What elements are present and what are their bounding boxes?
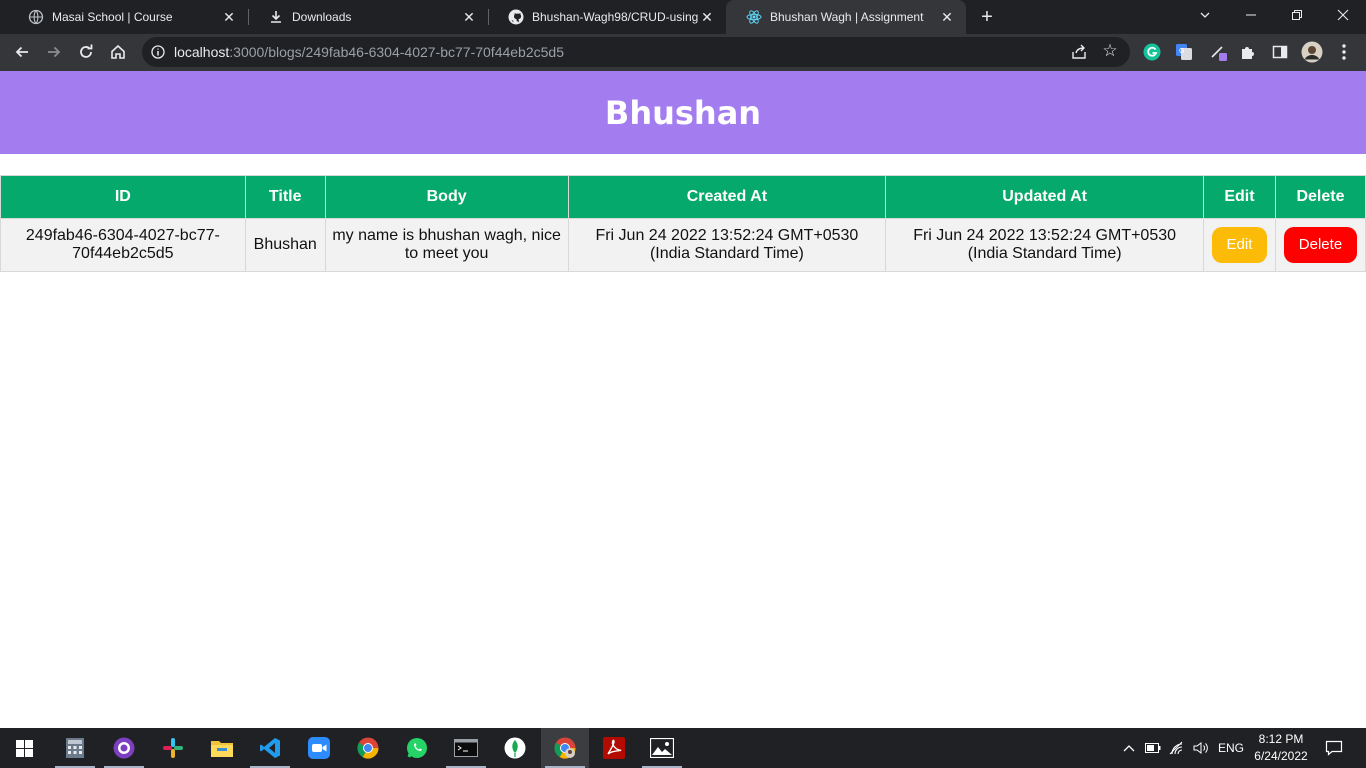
tab-title: Bhushan-Wagh98/CRUD-using-r: [532, 10, 698, 24]
close-tab-icon[interactable]: ✕: [938, 8, 956, 26]
taskbar-clock[interactable]: 8:12 PM 6/24/2022: [1252, 731, 1310, 765]
browser-tab-strip: Masai School | Course ✕ Downloads ✕ Bhus…: [0, 0, 1366, 34]
clock-date: 6/24/2022: [1254, 749, 1308, 763]
battery-icon[interactable]: [1142, 728, 1164, 768]
bookmark-star-icon[interactable]: ☆: [1100, 41, 1120, 61]
show-hidden-icons-chevron-icon[interactable]: [1118, 728, 1140, 768]
back-arrow-icon[interactable]: [8, 38, 36, 66]
acrobat-app-icon[interactable]: [590, 728, 638, 768]
tab-assignment[interactable]: Bhushan Wagh | Assignment ✕: [726, 0, 966, 34]
browser-toolbar: localhost:3000/blogs/249fab46-6304-4027-…: [0, 34, 1366, 71]
chrome-app-icon[interactable]: [344, 728, 392, 768]
tab-github-repo[interactable]: Bhushan-Wagh98/CRUD-using-r ✕: [488, 0, 726, 34]
cell-updated-at: Fri Jun 24 2022 13:52:24 GMT+0530 (India…: [885, 218, 1204, 272]
column-header-delete: Delete: [1274, 175, 1366, 219]
globe-icon: [28, 9, 44, 25]
cell-edit: Edit: [1202, 218, 1276, 272]
address-bar[interactable]: localhost:3000/blogs/249fab46-6304-4027-…: [142, 37, 1130, 67]
calculator-app-icon[interactable]: [51, 728, 99, 768]
tab-title: Masai School | Course: [52, 10, 173, 24]
profile-avatar[interactable]: [1298, 38, 1326, 66]
cell-created-at: Fri Jun 24 2022 13:52:24 GMT+0530 (India…: [567, 218, 887, 272]
windows-taskbar: ENG 8:12 PM 6/24/2022: [0, 728, 1366, 768]
language-indicator[interactable]: ENG: [1214, 728, 1248, 768]
windows-start-icon[interactable]: [0, 728, 48, 768]
minimize-icon[interactable]: [1228, 0, 1274, 30]
close-tab-icon[interactable]: ✕: [460, 8, 478, 26]
url-text: localhost:3000/blogs/249fab46-6304-4027-…: [174, 44, 564, 60]
blog-table: ID Title Body Created At Updated At Edit…: [0, 175, 1366, 272]
home-icon[interactable]: [104, 38, 132, 66]
site-info-icon[interactable]: [150, 44, 166, 60]
side-panel-icon[interactable]: [1266, 38, 1294, 66]
close-tab-icon[interactable]: ✕: [220, 8, 238, 26]
svg-text:G: G: [1179, 47, 1184, 55]
mongodb-app-icon[interactable]: [491, 728, 539, 768]
github-desktop-app-icon[interactable]: [100, 728, 148, 768]
cell-delete: Delete: [1274, 218, 1366, 272]
grammarly-extension-icon[interactable]: [1138, 38, 1166, 66]
clock-time: 8:12 PM: [1258, 732, 1304, 746]
translate-extension-icon[interactable]: G: [1170, 38, 1198, 66]
tab-masai-school[interactable]: Masai School | Course ✕: [8, 0, 248, 34]
url-host: localhost: [174, 44, 230, 60]
github-icon: [508, 9, 524, 25]
column-header-edit: Edit: [1202, 175, 1276, 219]
photos-app-icon[interactable]: [638, 728, 686, 768]
tab-search-chevron-icon[interactable]: [1182, 0, 1228, 30]
browser-menu-icon[interactable]: [1330, 38, 1358, 66]
notification-center-icon[interactable]: [1318, 728, 1350, 768]
react-icon: [746, 9, 762, 25]
share-icon[interactable]: [1070, 43, 1088, 61]
close-tab-icon[interactable]: ✕: [698, 8, 716, 26]
slack-app-icon[interactable]: [149, 728, 197, 768]
url-path: :3000/blogs/249fab46-6304-4027-bc77-70f4…: [229, 44, 564, 60]
vscode-app-icon[interactable]: [246, 728, 294, 768]
tab-title: Bhushan Wagh | Assignment: [770, 10, 924, 24]
new-tab-plus-icon[interactable]: +: [976, 6, 998, 28]
close-window-icon[interactable]: [1320, 0, 1366, 30]
download-icon: [268, 9, 284, 25]
table-header-row: ID Title Body Created At Updated At Edit…: [0, 175, 1366, 219]
file-explorer-app-icon[interactable]: [198, 728, 246, 768]
zoom-app-icon[interactable]: [295, 728, 343, 768]
cell-body: my name is bhushan wagh, nice to meet yo…: [324, 218, 569, 272]
whatsapp-app-icon[interactable]: [393, 728, 441, 768]
edit-button[interactable]: Edit: [1211, 227, 1267, 263]
terminal-app-icon[interactable]: [442, 728, 490, 768]
pen-extension-icon[interactable]: [1204, 38, 1232, 66]
volume-icon[interactable]: [1190, 728, 1212, 768]
cell-id: 249fab46-6304-4027-bc77-70f44eb2c5d5: [0, 218, 246, 272]
column-header-updated-at: Updated At: [885, 175, 1204, 219]
tab-downloads[interactable]: Downloads ✕: [248, 0, 488, 34]
column-header-created-at: Created At: [567, 175, 887, 219]
cell-title: Bhushan: [244, 218, 326, 272]
page-header-banner: Bhushan: [0, 71, 1366, 154]
column-header-id: ID: [0, 175, 246, 219]
tab-title: Downloads: [292, 10, 352, 24]
chrome-active-app-icon[interactable]: [541, 728, 589, 768]
extensions-puzzle-icon[interactable]: [1234, 38, 1262, 66]
reload-icon[interactable]: [72, 38, 100, 66]
wifi-icon[interactable]: [1166, 728, 1188, 768]
forward-arrow-icon[interactable]: [40, 38, 68, 66]
table-row: 249fab46-6304-4027-bc77-70f44eb2c5d5 Bhu…: [0, 218, 1366, 272]
delete-button[interactable]: Delete: [1283, 227, 1357, 263]
column-header-title: Title: [244, 175, 326, 219]
column-header-body: Body: [324, 175, 569, 219]
restore-icon[interactable]: [1274, 0, 1320, 30]
page-title: Bhushan: [604, 93, 762, 132]
